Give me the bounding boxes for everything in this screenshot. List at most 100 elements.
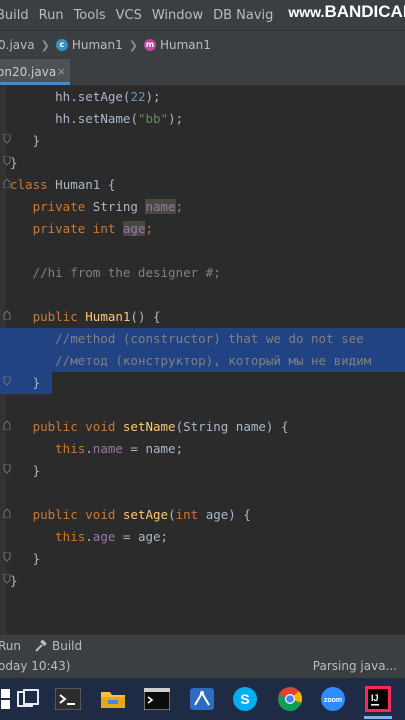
intellij-icon-label: IJ [371,693,379,703]
breadcrumb-method-label: Human1 [159,38,211,52]
run-tool-tab[interactable]: Run [0,636,21,656]
menu-db-navigator[interactable]: DB Navig [213,8,273,23]
code-line: } [10,463,41,478]
code-token: (String name) { [175,419,289,434]
code-token: "bb" [137,111,169,126]
code-token: age) { [198,507,251,522]
code-line: } [10,551,41,566]
terminal-icon[interactable] [54,685,82,713]
code-token: String [92,199,138,214]
menu-vcs[interactable]: VCS [116,8,142,23]
skype-icon-letter: S [240,691,249,707]
editor-tab-bar: on20.java × [0,59,405,86]
code-token: age [122,221,146,236]
watermark-www: www. [288,4,325,20]
build-tool-tab[interactable]: Build [34,636,82,656]
code-line: //hi from the designer #; [10,262,221,284]
code-line: } [10,573,18,588]
close-icon[interactable]: × [57,59,66,85]
code-token: void [85,507,116,522]
task-view-icon[interactable] [14,685,42,713]
code-comment: //hi from the designer #; [32,265,221,280]
code-token: hh [55,111,71,126]
intellij-icon[interactable]: IJ [364,685,392,713]
zoom-icon[interactable]: zoom [319,685,347,713]
hammer-icon [35,639,47,652]
code-line: public void setName(String name) { [10,416,289,438]
code-editor[interactable]: hh.setAge(22); hh.setName("bb"); } } cla… [0,86,405,634]
code-line: class Human1 { [10,174,115,196]
code-line: } [10,375,41,390]
breadcrumb-file-label: 0.java [0,38,35,52]
code-line: this.name = name; [55,441,184,456]
code-token: setName [77,111,131,126]
code-line: } [10,133,41,148]
code-line: private int age; [32,221,154,236]
code-comment: //метод (конструктор), который мы не вид… [55,353,372,368]
menu-window[interactable]: Window [152,8,203,23]
code-token: name [145,199,176,214]
code-token: name [92,441,123,456]
zoom-icon-label: zoom [324,697,342,704]
code-token: public [32,507,78,522]
code-token: = age; [115,529,169,544]
menu-tools[interactable]: Tools [74,8,106,23]
taskbar: S zoom IJ [0,678,405,720]
code-token: setName [122,419,176,434]
menu-bar: Build Run Tools VCS Window DB Navig www.… [0,0,405,30]
menu-run[interactable]: Run [39,8,64,23]
bandicam-watermark: www.BANDICAM [288,2,405,22]
code-token: Human1 { [55,177,116,192]
status-bar: Run Build oday 10:43) Parsing java... [0,634,405,679]
code-token: = name; [122,441,184,456]
code-token: 22 [130,89,146,104]
code-line: hh.setName("bb"); [55,111,184,126]
active-app-indicator [364,716,392,719]
file-explorer-icon[interactable] [99,685,127,713]
breadcrumb: 0.java ❯ c Human1 ❯ m Human1 [0,30,405,60]
code-token: setAge [122,507,169,522]
code-line: public void setAge(int age) { [32,507,251,522]
code-token: this [55,441,86,456]
code-token: void [85,419,116,434]
watermark-brand: BANDICAM [324,2,405,21]
breadcrumb-separator-icon: ❯ [40,38,50,52]
code-token: private [32,199,86,214]
code-token: this [55,529,86,544]
code-token: () { [130,309,161,324]
code-token: int [92,221,116,236]
breadcrumb-method[interactable]: m Human1 [143,38,211,52]
console-icon[interactable] [143,685,171,713]
code-line: hh.setAge(22); [55,89,161,104]
breadcrumb-separator-icon: ❯ [128,38,138,52]
code-token: public [32,309,78,324]
code-line: public Human1() { [10,306,161,328]
code-token: int [175,507,199,522]
code-token: setAge [77,89,123,104]
code-line: //method (constructor) that we do not se… [10,328,364,350]
code-token: hh [55,89,71,104]
chrome-icon[interactable] [276,685,304,713]
breadcrumb-file[interactable]: 0.java [0,38,35,52]
code-token: class [10,177,48,192]
build-tool-label: Build [52,639,83,653]
skype-icon[interactable]: S [231,685,259,713]
menu-build[interactable]: Build [0,8,29,23]
status-progress-text: Parsing java... [312,659,397,673]
network-icon[interactable] [188,685,216,713]
code-line: //метод (конструктор), который мы не вид… [10,350,371,372]
code-comment: //method (constructor) that we do not se… [55,331,364,346]
status-message: oday 10:43) [0,659,71,673]
code-token: private [32,221,86,236]
code-token: public [32,419,78,434]
tab-file[interactable]: on20.java × [0,59,70,85]
class-icon: c [55,39,68,51]
breadcrumb-class[interactable]: c Human1 [55,38,123,52]
breadcrumb-class-label: Human1 [71,38,123,52]
code-token: Human1 [85,309,131,324]
code-line: private String name; [32,199,184,214]
windows-start-icon[interactable] [0,685,14,713]
code-line: this.age = age; [55,529,169,544]
method-icon: m [143,39,156,51]
code-line: } [10,155,18,170]
